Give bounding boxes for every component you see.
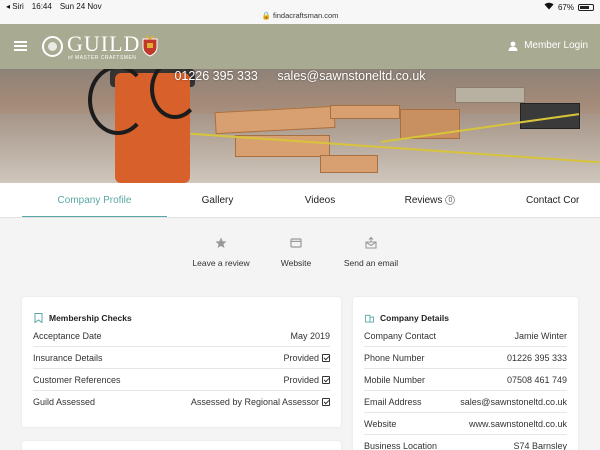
checkbox-checked-icon — [322, 375, 330, 384]
table-row: Company Contact Jamie Winter — [364, 325, 567, 347]
profile-tabs: Company Profile Gallery Videos Reviews 0 … — [0, 183, 600, 218]
company-details-card: Company Details Company Contact Jamie Win… — [353, 297, 578, 450]
tab-contact[interactable]: Contact Cor — [510, 183, 600, 217]
tab-company-profile[interactable]: Company Profile — [22, 183, 167, 217]
clock: 16:44 — [31, 2, 52, 11]
table-row: Insurance Details Provided — [33, 347, 330, 369]
website-button[interactable]: Website — [275, 237, 317, 268]
member-login-button[interactable]: Member Login — [508, 40, 588, 51]
browser-icon — [290, 238, 302, 248]
guild-logo-subtitle: of MASTER CRAFTSMEN — [68, 55, 137, 61]
status-bar: ◂ Siri 16:44 Sun 24 Nov 🔒 findacraftsman… — [0, 0, 600, 24]
hero-image: 01226 395 333 sales@sawnstoneltd.co.uk — [0, 69, 600, 183]
site-header: GUILD of MASTER CRAFTSMEN Member Login — [0, 24, 600, 69]
table-row: Phone Number 01226 395 333 — [364, 347, 567, 369]
hero-email[interactable]: sales@sawnstoneltd.co.uk — [277, 69, 425, 83]
user-icon — [508, 41, 518, 51]
table-row: Customer References Provided — [33, 369, 330, 391]
tab-reviews[interactable]: Reviews 0 — [390, 183, 470, 217]
guild-logo-text[interactable]: GUILD — [67, 33, 140, 55]
battery-icon — [578, 3, 594, 11]
crest-icon — [142, 35, 158, 57]
table-row: Acceptance Date May 2019 — [33, 325, 330, 347]
table-row: Guild Assessed Assessed by Regional Asse… — [33, 391, 330, 413]
tab-gallery[interactable]: Gallery — [180, 183, 255, 217]
star-icon — [215, 237, 227, 248]
checkbox-checked-icon — [322, 353, 330, 362]
hero-phone[interactable]: 01226 395 333 — [174, 69, 257, 83]
checkbox-checked-icon — [322, 398, 330, 406]
next-card — [22, 441, 341, 450]
send-email-button[interactable]: Send an email — [340, 237, 402, 268]
building-icon — [365, 314, 374, 323]
carrier-label[interactable]: ◂ Siri — [6, 2, 24, 11]
member-login-label: Member Login — [524, 40, 588, 51]
email-icon — [365, 237, 377, 249]
company-details-title: Company Details — [353, 297, 578, 327]
table-row: Business Location S74 Barnsley — [364, 441, 567, 450]
membership-checks-card: Membership Checks Acceptance Date May 20… — [22, 297, 341, 427]
table-row: Website www.sawnstoneltd.co.uk — [364, 413, 567, 435]
hero-contact: 01226 395 333 sales@sawnstoneltd.co.uk — [0, 69, 600, 83]
membership-checks-title: Membership Checks — [22, 297, 341, 327]
tab-videos[interactable]: Videos — [285, 183, 355, 217]
date: Sun 24 Nov — [59, 2, 102, 11]
wifi-icon — [544, 2, 554, 12]
guild-seal-logo[interactable] — [42, 36, 63, 57]
table-row: Email Address sales@sawnstoneltd.co.uk — [364, 391, 567, 413]
url-bar[interactable]: 🔒 findacraftsman.com — [0, 11, 600, 20]
bookmark-icon — [34, 313, 43, 323]
leave-review-button[interactable]: Leave a review — [190, 237, 252, 268]
table-row: Mobile Number 07508 461 749 — [364, 369, 567, 391]
reviews-count-badge: 0 — [445, 195, 456, 205]
battery-percent: 67% — [557, 2, 574, 12]
menu-icon[interactable] — [14, 41, 27, 51]
